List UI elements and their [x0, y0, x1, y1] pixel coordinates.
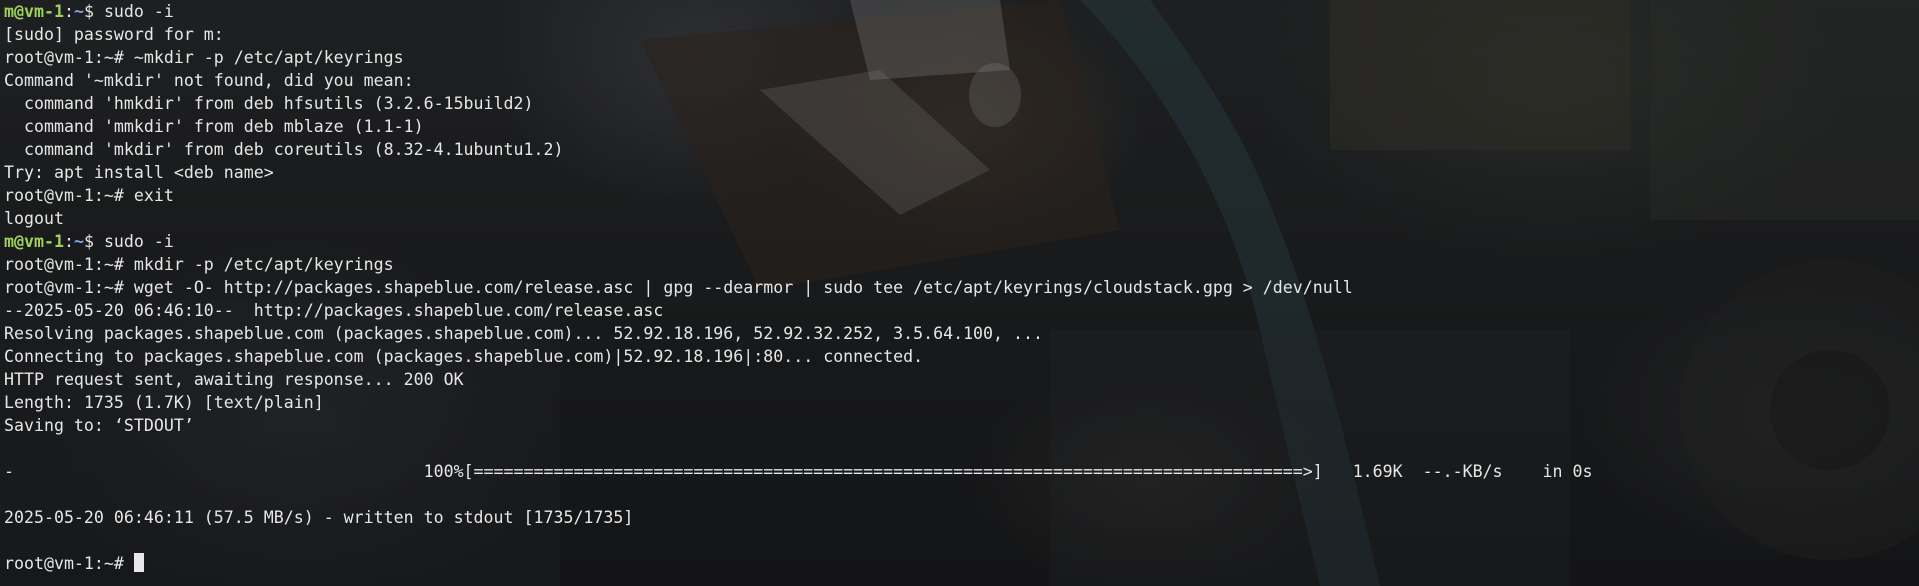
prompt-user-host: m@vm-1	[4, 2, 64, 21]
terminal-line: Saving to: ‘STDOUT’	[4, 414, 1919, 437]
line-text: - 100%[=================================…	[4, 462, 1593, 481]
prompt-separator: :	[63, 232, 74, 251]
terminal-line: Resolving packages.shapeblue.com (packag…	[4, 322, 1919, 345]
line-text: [sudo] password for m:	[4, 25, 224, 44]
line-text: root@vm-1:~# exit	[4, 186, 174, 205]
terminal-line: Length: 1735 (1.7K) [text/plain]	[4, 391, 1919, 414]
terminal-window[interactable]: m@vm-1:~$ sudo -i [sudo] password for m: r…	[0, 0, 1919, 586]
line-text: Try: apt install <deb name>	[4, 163, 274, 182]
line-text: Connecting to packages.shapeblue.com (pa…	[4, 347, 924, 366]
terminal-line: - 100%[=================================…	[4, 460, 1919, 483]
terminal-line: root@vm-1:~# mkdir -p /etc/apt/keyrings	[4, 253, 1919, 276]
prompt-path: ~	[73, 232, 84, 251]
prompt-path: ~	[73, 2, 84, 21]
prompt-symbol: $	[83, 232, 104, 251]
terminal-line: root@vm-1:~# wget -O- http://packages.sh…	[4, 276, 1919, 299]
line-text: command 'mmkdir' from deb mblaze (1.1-1)	[4, 117, 424, 136]
terminal-line: command 'mmkdir' from deb mblaze (1.1-1)	[4, 115, 1919, 138]
terminal-line: [sudo] password for m:	[4, 23, 1919, 46]
line-text: root@vm-1:~# wget -O- http://packages.sh…	[4, 278, 1353, 297]
line-text: logout	[4, 209, 64, 228]
terminal-line: root@vm-1:~# ~mkdir -p /etc/apt/keyrings	[4, 46, 1919, 69]
terminal-line: root@vm-1:~# exit	[4, 184, 1919, 207]
line-text: 2025-05-20 06:46:11 (57.5 MB/s) - writte…	[4, 508, 634, 527]
line-text: --2025-05-20 06:46:10-- http://packages.…	[4, 301, 664, 320]
prompt-symbol: $	[83, 2, 104, 21]
terminal-line: m@vm-1:~$ sudo -i	[4, 0, 1919, 23]
terminal-line: Connecting to packages.shapeblue.com (pa…	[4, 345, 1919, 368]
terminal-output: m@vm-1:~$ sudo -i [sudo] password for m: r…	[4, 0, 1919, 575]
terminal-line: --2025-05-20 06:46:10-- http://packages.…	[4, 299, 1919, 322]
line-text: Resolving packages.shapeblue.com (packag…	[4, 324, 1043, 343]
terminal-line: command 'mkdir' from deb coreutils (8.32…	[4, 138, 1919, 161]
line-text: Command '~mkdir' not found, did you mean…	[4, 71, 414, 90]
terminal-line: logout	[4, 207, 1919, 230]
terminal-line: Command '~mkdir' not found, did you mean…	[4, 69, 1919, 92]
terminal-line: Try: apt install <deb name>	[4, 161, 1919, 184]
line-text: Length: 1735 (1.7K) [text/plain]	[4, 393, 324, 412]
line-text: root@vm-1:~#	[4, 554, 134, 573]
line-text: root@vm-1:~# mkdir -p /etc/apt/keyrings	[4, 255, 394, 274]
terminal-line: m@vm-1:~$ sudo -i	[4, 230, 1919, 253]
line-text: HTTP request sent, awaiting response... …	[4, 370, 464, 389]
line-text: command 'mkdir' from deb coreutils (8.32…	[4, 140, 564, 159]
prompt-user-host: m@vm-1	[4, 232, 64, 251]
terminal-line: command 'hmkdir' from deb hfsutils (3.2.…	[4, 92, 1919, 115]
prompt-separator: :	[63, 2, 74, 21]
text-cursor[interactable]	[133, 553, 144, 572]
line-text: Saving to: ‘STDOUT’	[4, 416, 194, 435]
terminal-line: HTTP request sent, awaiting response... …	[4, 368, 1919, 391]
terminal-line: 2025-05-20 06:46:11 (57.5 MB/s) - writte…	[4, 506, 1919, 529]
command-text: sudo -i	[103, 2, 174, 21]
command-text: sudo -i	[103, 232, 174, 251]
line-text: root@vm-1:~# ~mkdir -p /etc/apt/keyrings	[4, 48, 404, 67]
terminal-line: root@vm-1:~#	[4, 552, 1919, 575]
line-text: command 'hmkdir' from deb hfsutils (3.2.…	[4, 94, 534, 113]
